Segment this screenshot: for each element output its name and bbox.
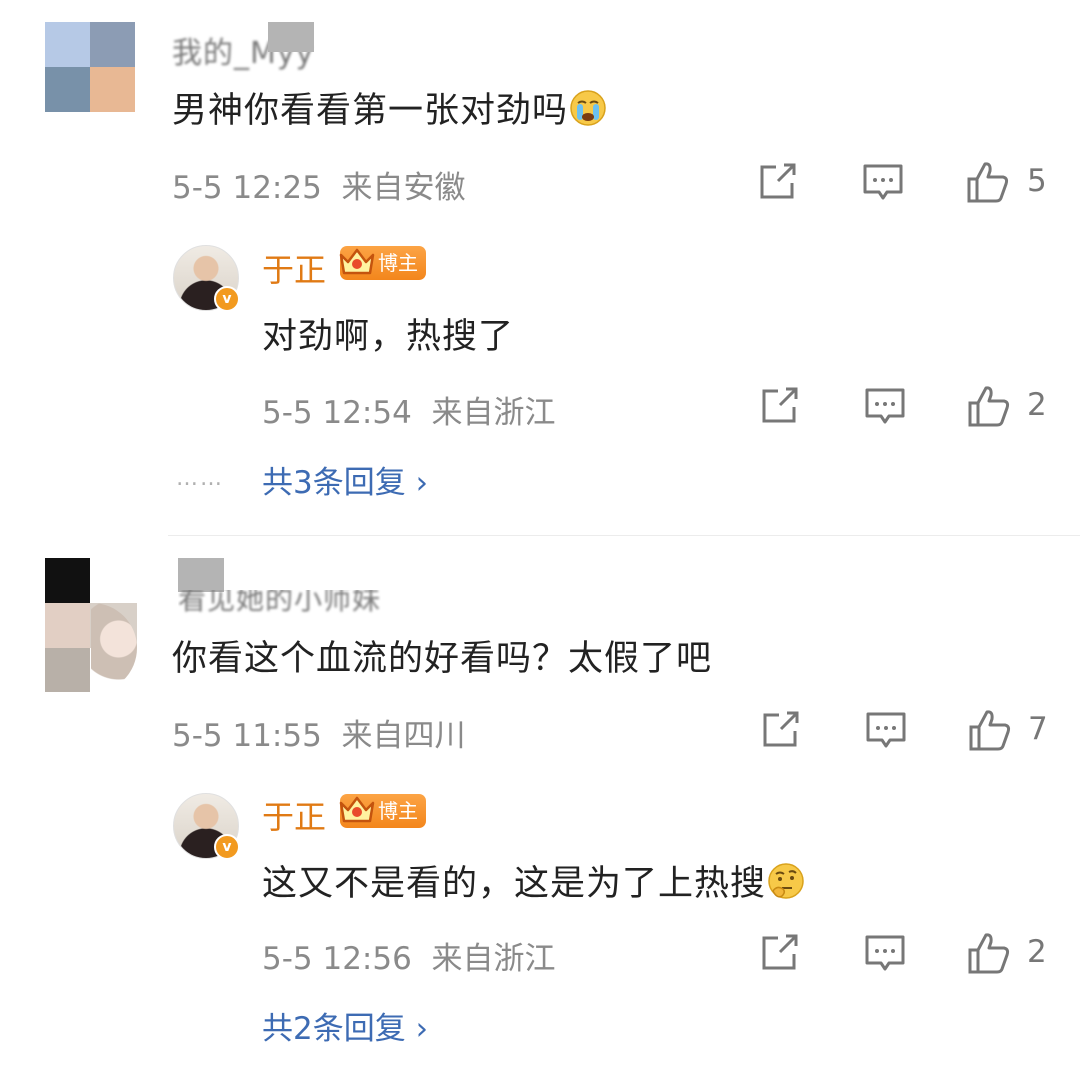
like-count: 7 [1028,711,1048,747]
like-icon[interactable] [968,708,1012,752]
share-icon[interactable] [760,387,800,425]
verified-icon: v [214,286,240,312]
comment-meta: 5-5 11:55 来自四川 [172,710,466,755]
share-icon[interactable] [760,934,800,972]
reply-text: 对劲啊，热搜了 [262,317,515,357]
reply-meta: 5-5 12:56 来自浙江 [262,933,556,978]
comment-icon[interactable] [862,163,904,203]
username-mask [268,22,314,52]
comment-time: 5-5 12:25 [172,170,322,206]
comment-icon[interactable] [865,711,907,751]
crying-emoji [568,88,608,137]
reply-text: 这又不是看的，这是为了上热搜 [262,855,806,910]
reply-location: 来自浙江 [431,395,556,431]
reply-location: 来自浙江 [431,941,556,977]
like-count: 2 [1027,934,1047,970]
comment-icon[interactable] [864,934,906,974]
like-icon[interactable] [966,160,1010,204]
comment-location: 来自安徽 [341,170,466,206]
commenter-avatar[interactable] [45,22,135,112]
comment-text-content: 男神你看看第一张对劲吗 [172,91,569,131]
like-count: 2 [1027,387,1047,423]
comment-meta: 5-5 12:25 来自安徽 [172,162,466,207]
view-replies-link[interactable]: 共2条回复 › [262,1003,428,1048]
comment-divider [168,535,1080,536]
reply-time: 5-5 12:56 [262,941,412,977]
reply-text-content: 这又不是看的，这是为了上热搜 [262,864,767,904]
host-badge-label: 博主 [378,251,418,275]
comment-text: 男神你看看第一张对劲吗 [172,82,608,137]
reply-meta: 5-5 12:54 来自浙江 [262,387,556,432]
username-mask [178,558,224,592]
thinking-emoji [766,861,806,910]
replier-name[interactable]: 于正 [262,792,326,838]
comment-location: 来自四川 [341,718,466,754]
like-icon[interactable] [967,384,1011,428]
view-replies-link[interactable]: 共3条回复 › [262,457,428,502]
commenter-avatar[interactable] [45,558,137,693]
comment-icon[interactable] [864,387,906,427]
comment-time: 5-5 11:55 [172,718,322,754]
replier-name[interactable]: 于正 [262,245,326,291]
crown-icon [338,793,375,827]
like-icon[interactable] [967,931,1011,975]
more-dots: …… [176,466,224,491]
host-badge-label: 博主 [378,799,418,823]
verified-icon: v [214,834,240,860]
reply-time: 5-5 12:54 [262,395,412,431]
share-icon[interactable] [758,163,798,201]
like-count: 5 [1027,163,1047,199]
share-icon[interactable] [761,711,801,749]
crown-icon [338,245,375,279]
comment-text: 你看这个血流的好看吗？太假了吧 [172,639,713,679]
